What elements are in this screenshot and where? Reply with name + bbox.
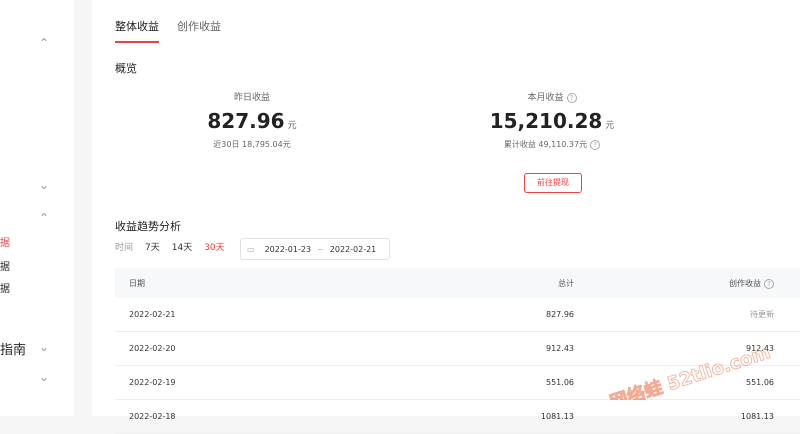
help-icon[interactable]: ? [590, 140, 601, 150]
chevron-down-icon[interactable]: ⌄ [37, 178, 51, 192]
cell-date: 2022-02-19 [129, 378, 176, 387]
tab-overall-earnings[interactable]: 整体收益 [115, 18, 159, 43]
last-30-days-earnings: 近30日 18,795.04元 [213, 140, 291, 149]
help-icon[interactable]: ? [764, 278, 774, 289]
table-row: 2022-02-20 912.43 912.43 [115, 332, 800, 366]
earnings-table: 日期 总计 创作收益? 2022-02-21 827.96 待更新 2022-0… [115, 268, 800, 434]
table-row: 2022-02-18 1081.13 1081.13 [115, 400, 800, 434]
total-earnings: 累计收益 49,110.37元? [452, 139, 652, 150]
cell-total: 827.96 [546, 310, 574, 319]
cell-total: 551.06 [546, 378, 574, 387]
chevron-down-icon[interactable]: ⌄ [37, 340, 51, 354]
date-start: 2022-01-23 [264, 244, 312, 254]
sidebar-item-label: 据 [0, 238, 10, 249]
time-label: 时间 [115, 243, 134, 253]
time-filter: 时间 7天 14天 30天 [115, 240, 237, 253]
filter-30-days[interactable]: 30天 [204, 240, 224, 253]
tab-bar: 整体收益 创作收益 [115, 18, 221, 43]
cell-date: 2022-02-21 [129, 310, 176, 319]
chevron-down-icon[interactable]: ⌄ [37, 370, 51, 384]
header-total: 总计 [558, 278, 574, 288]
filter-14-days[interactable]: 14天 [172, 240, 192, 253]
cell-date: 2022-02-20 [129, 344, 176, 353]
cell-date: 2022-02-18 [129, 412, 176, 421]
month-earnings-value: 15,210.28 元 [489, 109, 615, 133]
sidebar-item-label: 据 [0, 284, 10, 295]
cell-total: 1081.13 [540, 412, 574, 421]
table-row: 2022-02-19 551.06 551.06 [115, 366, 800, 400]
sidebar-item-guide[interactable]: 指南 [0, 339, 26, 358]
sidebar: ⌃ ⌄ ⌃ 据 据 据 指南 ⌄ ⌄ [0, 0, 74, 416]
header-creative: 创作收益? [574, 278, 774, 289]
month-earnings-label: 本月收益? [452, 90, 652, 103]
month-earnings-card: 本月收益? 15,210.28 元 累计收益 49,110.37元? [452, 90, 652, 150]
sidebar-item-active[interactable]: 据 [0, 234, 10, 249]
help-icon[interactable]: ? [566, 93, 577, 103]
date-range-picker[interactable]: ▭ 2022-01-23 ~ 2022-02-21 [240, 238, 390, 260]
yesterday-earnings-value: 827.96 元 [207, 109, 297, 133]
sidebar-item-label: 据 [0, 262, 10, 273]
withdraw-button[interactable]: 前往提现 [524, 173, 582, 193]
yesterday-earnings-card: 昨日收益 827.96 元 近30日 18,795.04元 [152, 90, 352, 150]
cell-creative: 1081.13 [740, 412, 774, 421]
filter-7-days[interactable]: 7天 [145, 240, 160, 253]
cell-total: 912.43 [546, 344, 574, 353]
cell-creative: 912.43 [746, 344, 774, 353]
sidebar-item[interactable]: 据 [0, 280, 10, 295]
sidebar-item[interactable]: 据 [0, 258, 10, 273]
cell-creative: 551.06 [746, 378, 774, 387]
chevron-up-icon[interactable]: ⌃ [37, 211, 51, 225]
yesterday-earnings-label: 昨日收益 [233, 93, 270, 103]
sidebar-item-label: 指南 [0, 343, 27, 358]
date-end: 2022-02-21 [329, 244, 377, 254]
table-header: 日期 总计 创作收益? [115, 268, 800, 298]
cell-creative: 待更新 [750, 310, 774, 319]
overview-title: 概览 [115, 62, 137, 75]
tab-creative-earnings[interactable]: 创作收益 [177, 18, 221, 43]
chevron-up-icon[interactable]: ⌃ [37, 36, 51, 50]
date-separator: ~ [317, 244, 324, 254]
header-date: 日期 [129, 278, 145, 288]
trend-title: 收益趋势分析 [115, 220, 181, 233]
main-content: 整体收益 创作收益 概览 昨日收益 827.96 元 近30日 18,795.04… [92, 0, 800, 434]
calendar-icon: ▭ [247, 244, 255, 254]
table-row: 2022-02-21 827.96 待更新 [115, 298, 800, 332]
